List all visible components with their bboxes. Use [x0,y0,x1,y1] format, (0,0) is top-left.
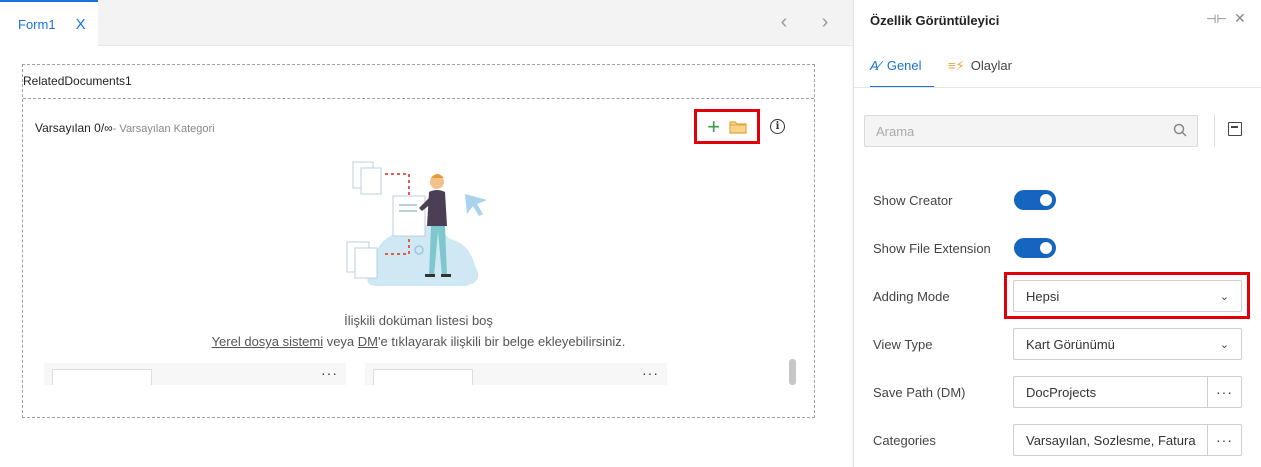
view-type-value: Kart Görünümü [1026,337,1115,352]
dm-link[interactable]: DM [358,334,378,349]
tab-olaylar-label: Olaylar [970,58,1012,73]
tab-scroll-left-icon[interactable]: ‹ [772,10,796,34]
card-thumbnail [373,369,473,385]
show-file-extension-label: Show File Extension [873,241,991,256]
document-card[interactable]: ··· [44,363,346,385]
empty-desc-end: 'e tıklayarak ilişkili bir belge ekleyeb… [378,334,626,349]
empty-state-description: Yerel dosya sistemi veya DM'e tıklayarak… [23,334,814,349]
card-thumbnail [52,369,152,385]
document-tabbar: Form1 X ‹ › [0,0,852,46]
pin-icon[interactable]: ⊣⊢ [1206,12,1227,26]
list-scrollbar[interactable] [789,359,796,385]
show-creator-toggle[interactable] [1014,190,1056,210]
search-icon [1173,123,1187,137]
tab-genel[interactable]: A⁄ Genel [870,58,934,88]
categories-value: Varsayılan, Sozlesme, Fatura [1026,433,1196,448]
view-type-select[interactable]: Kart Görünümü ⌄ [1013,328,1242,360]
text-style-icon: A⁄ [870,58,881,73]
chevron-down-icon: ⌄ [1219,339,1229,351]
show-creator-label: Show Creator [873,193,953,208]
adding-mode-label: Adding Mode [873,289,950,304]
info-icon[interactable]: i [770,119,785,134]
save-path-browse-button[interactable]: ··· [1207,377,1241,407]
panel-title: Özellik Görüntüleyici [870,13,1000,28]
tab-olaylar[interactable]: ≡⚡ Olaylar [948,58,1012,88]
property-search-input[interactable]: Arama [864,115,1198,147]
control-title: RelatedDocuments1 [23,74,132,88]
empty-desc-mid: veya [323,334,358,349]
events-icon: ≡⚡ [948,58,965,73]
empty-state-title: İlişkili doküman listesi boş [344,313,493,328]
empty-state-illustration [345,154,495,289]
categories-field[interactable]: Varsayılan, Sozlesme, Fatura ··· [1013,424,1242,456]
categories-edit-button[interactable]: ··· [1207,425,1241,455]
adding-mode-highlight [1004,272,1250,319]
card-more-icon[interactable]: ··· [321,365,338,381]
search-separator [1214,115,1215,147]
save-path-value: DocProjects [1026,385,1097,400]
category-header: Varsayılan 0/∞- Varsayılan Kategori [35,121,215,135]
add-icon[interactable]: + [707,115,720,138]
document-card[interactable]: ··· [365,363,667,385]
category-count: Varsayılan 0/∞ [35,121,113,135]
tab-scroll-right-icon[interactable]: › [813,10,837,34]
save-path-label: Save Path (DM) [873,385,966,400]
tab-close-icon[interactable]: X [76,17,86,32]
tab-genel-label: Genel [886,58,922,73]
search-placeholder: Arama [876,124,915,139]
related-documents-control[interactable]: RelatedDocuments1 Varsayılan 0/∞- Varsay… [22,64,815,418]
local-file-system-link[interactable]: Yerel dosya sistemi [212,334,324,349]
show-file-extension-toggle[interactable] [1014,238,1056,258]
layout-toggle-icon[interactable] [1228,122,1242,136]
categories-label: Categories [873,433,936,448]
design-canvas: RelatedDocuments1 Varsayılan 0/∞- Varsay… [0,46,852,467]
related-documents-body: Varsayılan 0/∞- Varsayılan Kategori + i [23,98,814,417]
tab-form1[interactable]: Form1 X [0,0,98,46]
tab-form1-label: Form1 [18,16,56,32]
folder-icon[interactable] [729,120,747,134]
card-more-icon[interactable]: ··· [642,365,659,381]
save-path-field[interactable]: DocProjects ··· [1013,376,1242,408]
close-icon[interactable]: ✕ [1234,10,1246,27]
add-actions-highlight: + [694,109,760,144]
category-name: - Varsayılan Kategori [112,123,215,135]
view-type-label: View Type [873,337,933,352]
tab-divider [854,87,1261,88]
property-panel: Özellik Görüntüleyici ⊣⊢ ✕ A⁄ Genel ≡⚡ O… [853,0,1261,467]
form-designer: Form1 X ‹ › RelatedDocuments1 Varsayılan… [0,0,852,467]
